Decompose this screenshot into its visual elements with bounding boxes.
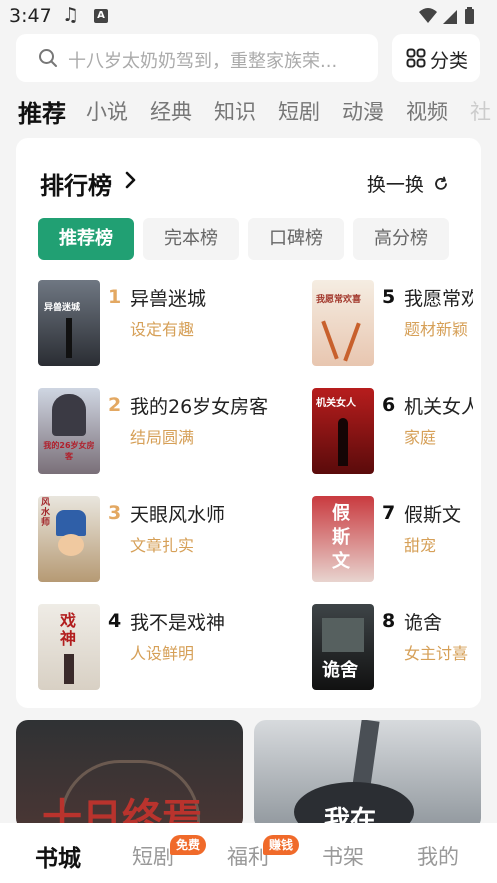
battery-icon — [465, 9, 474, 24]
rank-item[interactable]: 我愿常欢喜 5 我愿常欢喜 题材新颖 — [312, 280, 473, 368]
rank-number: 7 — [382, 502, 396, 524]
book-tag: 甜宠 — [404, 536, 437, 555]
cover-title: 我愿常欢喜 — [316, 295, 362, 305]
rank-number: 8 — [382, 610, 396, 632]
rank-number: 2 — [108, 394, 122, 416]
book-title: 异兽迷城 — [130, 288, 207, 310]
cover-title: 我的26岁女房客 — [43, 441, 95, 461]
refresh-button[interactable]: 换一换 — [366, 170, 449, 196]
search-input[interactable]: 十八岁太奶奶驾到，重整家族荣... — [16, 34, 378, 82]
chip-completed[interactable]: 完本榜 — [143, 218, 239, 260]
book-title: 机关女人 — [404, 396, 473, 418]
cover-title: 假斯文 — [332, 503, 350, 572]
book-cover: 戏神 — [38, 604, 100, 690]
nav-short-drama[interactable]: 短剧 — [132, 841, 174, 871]
tab-novel[interactable]: 小说 — [86, 96, 128, 126]
rank-number: 4 — [108, 610, 122, 632]
chip-reputation[interactable]: 口碑榜 — [248, 218, 344, 260]
music-note-icon: ♫ — [62, 4, 80, 26]
book-cover: 我愿常欢喜 — [312, 280, 374, 366]
rank-item[interactable]: 风水师 3 天眼风水师 文章扎实 — [38, 496, 268, 584]
tab-recommend[interactable]: 推荐 — [18, 94, 66, 129]
chevron-right-icon[interactable] — [124, 170, 138, 190]
book-tag: 女主讨喜 — [404, 644, 469, 663]
ranking-title[interactable]: 排行榜 — [40, 166, 112, 201]
book-tag: 家庭 — [404, 428, 437, 447]
cover-title: 诡舍 — [322, 660, 358, 681]
earn-badge: 赚钱 — [263, 835, 300, 855]
ranking-card: 排行榜 换一换 推荐榜 完本榜 口碑榜 高分榜 异兽迷城 1 异兽迷城 设定有趣 — [16, 138, 481, 708]
book-title: 假斯文 — [404, 504, 462, 526]
tab-classic[interactable]: 经典 — [150, 96, 192, 126]
cover-title: 戏神 — [60, 611, 77, 648]
banner-card[interactable]: 我在 — [254, 720, 481, 830]
book-cover: 假斯文 — [312, 496, 374, 582]
nav-bookshelf[interactable]: 书架 — [322, 841, 364, 871]
category-button[interactable]: 分类 — [392, 34, 480, 82]
tab-short-drama[interactable]: 短剧 — [278, 96, 320, 126]
book-tag: 题材新颖 — [404, 320, 469, 339]
nav-bookstore[interactable]: 书城 — [35, 839, 81, 873]
top-tabs: 推荐 小说 经典 知识 短剧 动漫 视频 社 — [0, 92, 497, 136]
tab-anime[interactable]: 动漫 — [342, 96, 384, 126]
book-cover: 异兽迷城 — [38, 280, 100, 366]
book-tag: 设定有趣 — [130, 320, 195, 339]
book-cover: 机关女人 — [312, 388, 374, 474]
ranking-chips: 推荐榜 完本榜 口碑榜 高分榜 — [38, 218, 468, 260]
book-title: 诡舍 — [404, 612, 443, 634]
rank-number: 1 — [108, 286, 122, 308]
search-placeholder: 十八岁太奶奶驾到，重整家族荣... — [68, 51, 338, 72]
rank-number: 5 — [382, 286, 396, 308]
search-icon — [39, 49, 57, 67]
rank-item[interactable]: 异兽迷城 1 异兽迷城 设定有趣 — [38, 280, 268, 368]
cover-title: 机关女人 — [316, 398, 356, 409]
cover-title: 风水师 — [41, 498, 51, 528]
signal-icon — [443, 10, 457, 24]
book-cover: 诡舍 — [312, 604, 374, 690]
book-title: 天眼风水师 — [130, 504, 226, 526]
rank-item[interactable]: 戏神 4 我不是戏神 人设鲜明 — [38, 604, 268, 692]
rank-item[interactable]: 假斯文 7 假斯文 甜宠 — [312, 496, 473, 584]
book-tag: 人设鲜明 — [130, 644, 195, 663]
grid-icon — [406, 48, 426, 68]
rank-item[interactable]: 我的26岁女房客 2 我的26岁女房客 结局圆满 — [38, 388, 268, 476]
status-icons — [419, 7, 474, 24]
rank-item[interactable]: 诡舍 8 诡舍 女主讨喜 — [312, 604, 473, 692]
tab-video[interactable]: 视频 — [406, 96, 448, 126]
tab-community[interactable]: 社 — [470, 96, 491, 126]
refresh-label: 换一换 — [366, 174, 424, 196]
book-title: 我的26岁女房客 — [130, 396, 269, 418]
book-cover: 我的26岁女房客 — [38, 388, 100, 474]
book-title: 我不是戏神 — [130, 612, 226, 634]
category-label: 分类 — [430, 50, 469, 72]
a-icon: A — [94, 9, 108, 23]
book-tag: 文章扎实 — [130, 536, 195, 555]
rank-number: 3 — [108, 502, 122, 524]
book-cover: 风水师 — [38, 496, 100, 582]
free-badge: 免费 — [170, 835, 207, 855]
chip-high-score[interactable]: 高分榜 — [353, 218, 449, 260]
chip-recommend[interactable]: 推荐榜 — [38, 218, 134, 260]
tab-knowledge[interactable]: 知识 — [214, 96, 256, 126]
status-time: 3:47 — [9, 5, 52, 27]
nav-me[interactable]: 我的 — [417, 841, 459, 871]
rank-item[interactable]: 机关女人 6 机关女人 家庭 — [312, 388, 473, 476]
wifi-icon — [419, 8, 437, 23]
rank-number: 6 — [382, 394, 396, 416]
status-bar: 3:47 ♫ A — [0, 0, 497, 32]
cover-title: 异兽迷城 — [44, 303, 81, 313]
book-tag: 结局圆满 — [130, 428, 195, 447]
bottom-nav: 书城 短剧 免费 福利 赚钱 书架 我的 — [0, 823, 497, 883]
refresh-icon — [435, 176, 447, 190]
banner-card[interactable]: 十日终焉 — [16, 720, 243, 830]
book-title: 我愿常欢喜 — [404, 288, 473, 310]
